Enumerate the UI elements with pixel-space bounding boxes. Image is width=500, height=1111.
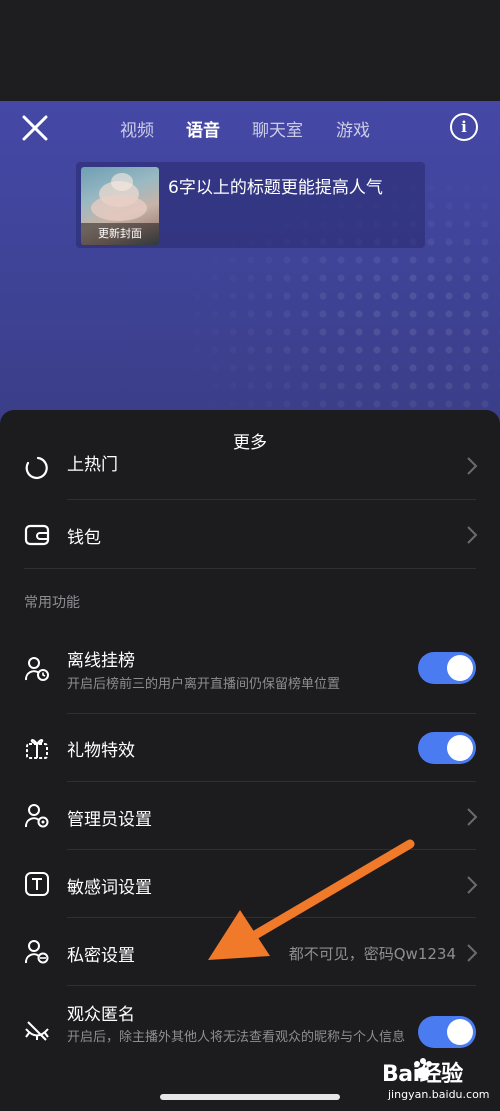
gift-icon: [26, 739, 48, 759]
sheet-item-label: 管理员设置: [67, 810, 152, 830]
close-button[interactable]: [20, 113, 50, 143]
chevron-right-icon: [467, 457, 478, 475]
sheet-item-wallet[interactable]: 钱包: [0, 500, 500, 568]
tab-voice[interactable]: 语音: [186, 116, 252, 141]
mode-tabs: 视频 语音 聊天室 游戏: [120, 116, 396, 141]
close-icon: [22, 115, 48, 141]
cover-card: 更新封面 6字以上的标题更能提高人气: [76, 162, 425, 248]
sheet-item-label: 私密设置: [67, 946, 135, 966]
baidu-jingyan-watermark: Bai经验 jingyan.baidu.com: [358, 1056, 498, 1110]
update-cover-label: 更新封面: [81, 223, 159, 245]
live-preview-background: [0, 101, 500, 431]
cover-thumbnail[interactable]: 更新封面: [81, 167, 159, 245]
user-clock-icon: [24, 657, 49, 681]
sheet-item-subtitle: 开启后，除主播外其他人将无法查看观众的昵称与个人信息: [67, 1030, 406, 1045]
sheet-item-label: 礼物特效: [67, 741, 135, 761]
tab-video[interactable]: 视频: [120, 116, 186, 141]
info-button[interactable]: i: [450, 113, 478, 141]
sheet-item-label: 观众匿名: [67, 1005, 135, 1025]
chevron-right-icon: [467, 876, 478, 894]
anonymous-audience-toggle[interactable]: [418, 1016, 476, 1048]
divider: [24, 568, 476, 569]
tab-chatroom[interactable]: 聊天室: [252, 116, 336, 141]
watermark-url: jingyan.baidu.com: [388, 1088, 490, 1101]
text-box-icon: [25, 872, 49, 896]
sheet-item-label: 离线挂榜: [67, 651, 135, 671]
sheet-title: 更多: [233, 433, 267, 453]
stream-title-input[interactable]: 6字以上的标题更能提高人气: [168, 176, 408, 200]
annotation-arrow-icon: [208, 839, 415, 960]
status-bar-area: [0, 0, 500, 101]
tab-game[interactable]: 游戏: [336, 116, 396, 141]
chevron-right-icon: [467, 944, 478, 962]
sheet-item-label: 敏感词设置: [67, 878, 152, 898]
user-lock-icon: [24, 940, 49, 964]
sheet-item-gift-effects: 礼物特效: [0, 714, 500, 782]
wallet-icon: [24, 524, 50, 546]
sheet-item-label: 上热门: [67, 455, 118, 475]
hot-icon: [25, 456, 48, 480]
sheet-item-label: 钱包: [67, 528, 101, 548]
watermark-brand: Bai经验: [382, 1062, 463, 1087]
sheet-item-subtitle: 开启后榜前三的用户离开直播间仍保留榜单位置: [67, 677, 341, 692]
info-icon: i: [461, 118, 467, 136]
sheet-item-offline-ranking: 离线挂榜 开启后榜前三的用户离开直播间仍保留榜单位置: [0, 630, 500, 714]
section-header: 常用功能: [24, 595, 80, 611]
eye-off-icon: [25, 1021, 49, 1041]
sheet-item-hot[interactable]: 上热门: [0, 455, 500, 499]
offline-ranking-toggle[interactable]: [418, 652, 476, 684]
chevron-right-icon: [467, 808, 478, 826]
user-gear-icon: [24, 804, 49, 828]
chevron-right-icon: [467, 526, 478, 544]
gift-effects-toggle[interactable]: [418, 732, 476, 764]
home-indicator: [160, 1094, 340, 1100]
